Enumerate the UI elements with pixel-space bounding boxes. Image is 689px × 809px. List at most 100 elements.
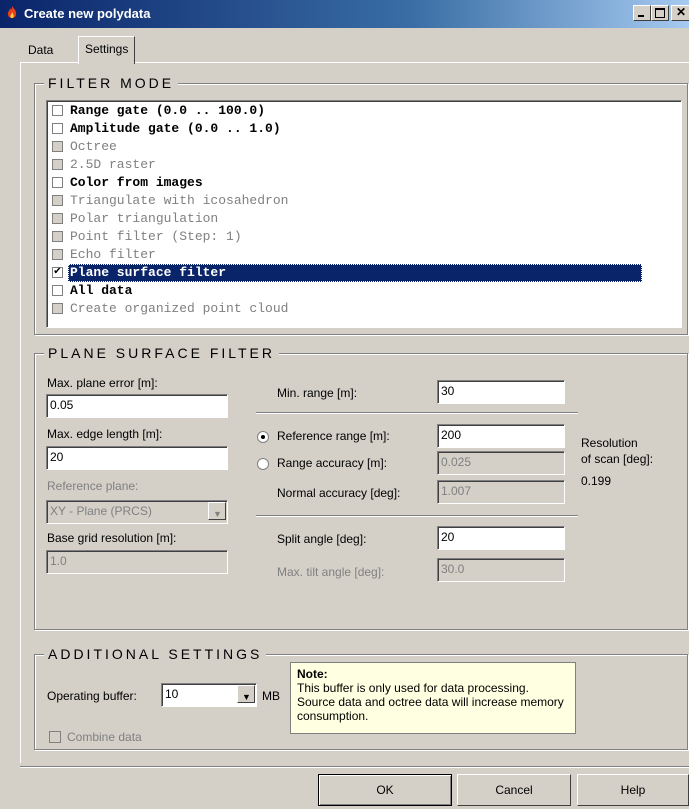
max-plane-error-input[interactable]: 0.05 <box>46 394 228 418</box>
combine-data-label: Combine data <box>67 730 142 744</box>
chevron-down-icon: ▼ <box>242 692 251 702</box>
additional-settings-title: ADDITIONAL SETTINGS <box>44 646 267 662</box>
item-label: Polar triangulation <box>70 211 219 226</box>
note-box: Note: This buffer is only used for data … <box>290 662 576 734</box>
filter-mode-list[interactable]: Range gate (0.0 .. 100.0) Amplitude gate… <box>46 100 682 328</box>
checkbox <box>52 195 63 206</box>
list-item[interactable]: Color from images <box>49 174 677 192</box>
max-edge-length-input[interactable]: 20 <box>46 446 228 470</box>
max-plane-error-label: Max. plane error [m]: <box>47 376 158 390</box>
checkbox[interactable] <box>52 285 63 296</box>
list-item: 2.5D raster <box>49 156 677 174</box>
tab-data-label: Data <box>28 43 54 57</box>
radio-dot-icon <box>261 435 265 439</box>
list-item[interactable]: Range gate (0.0 .. 100.0) <box>49 102 677 120</box>
tab-settings-label: Settings <box>85 42 129 56</box>
checkbox <box>52 303 63 314</box>
normal-accuracy-input: 1.007 <box>437 480 565 504</box>
cancel-button[interactable]: Cancel <box>457 774 571 806</box>
combine-data-checkbox <box>49 731 61 743</box>
title-bar[interactable]: Create new polydata ✕ <box>0 0 689 28</box>
minimize-button[interactable] <box>633 5 651 21</box>
checkbox[interactable] <box>52 105 63 116</box>
item-label: Color from images <box>70 175 203 190</box>
note-text: This buffer is only used for data proces… <box>297 681 564 723</box>
separator <box>20 766 689 768</box>
list-item: Octree <box>49 138 677 156</box>
split-angle-input[interactable]: 20 <box>437 526 565 550</box>
item-label: Point filter (Step: 1) <box>70 229 242 244</box>
item-label: Amplitude gate (0.0 .. 1.0) <box>70 121 281 136</box>
checkbox-checked[interactable]: ✔ <box>52 267 63 278</box>
filter-mode-title: FILTER MODE <box>44 75 179 91</box>
chevron-down-icon: ▼ <box>213 509 222 519</box>
operating-buffer-value: 10 <box>165 687 179 701</box>
item-label: Echo filter <box>70 247 156 262</box>
list-item[interactable]: ✔ Plane surface filter <box>49 264 677 282</box>
separator <box>256 515 578 517</box>
list-item[interactable]: All data <box>49 282 677 300</box>
dropdown-button: ▼ <box>208 502 226 520</box>
item-label: Plane surface filter <box>68 264 642 282</box>
resolution-label-2: of scan [deg]: <box>581 452 654 466</box>
operating-buffer-select[interactable]: 10 ▼ <box>161 683 257 707</box>
resolution-label: Resolution <box>581 436 638 450</box>
reference-plane-label: Reference plane: <box>47 479 139 493</box>
window-title: Create new polydata <box>24 6 151 21</box>
close-button[interactable]: ✕ <box>671 5 689 21</box>
range-accuracy-label: Range accuracy [m]: <box>277 456 388 470</box>
minimize-icon <box>638 15 644 17</box>
split-angle-label: Split angle [deg]: <box>277 532 367 546</box>
tab-data[interactable]: Data <box>22 39 59 63</box>
base-grid-input: 1.0 <box>46 550 228 574</box>
reference-range-input[interactable]: 200 <box>437 424 565 448</box>
help-button[interactable]: Help <box>577 774 689 806</box>
list-item: Point filter (Step: 1) <box>49 228 677 246</box>
item-label: 2.5D raster <box>70 157 156 172</box>
plane-surface-title: PLANE SURFACE FILTER <box>44 345 280 361</box>
dropdown-button[interactable]: ▼ <box>237 685 255 703</box>
buffer-unit: MB <box>262 689 280 703</box>
max-tilt-input: 30.0 <box>437 558 565 582</box>
tab-settings[interactable]: Settings <box>78 36 136 64</box>
item-label: Create organized point cloud <box>70 301 289 316</box>
list-item[interactable]: Amplitude gate (0.0 .. 1.0) <box>49 120 677 138</box>
min-range-label: Min. range [m]: <box>277 386 358 400</box>
checkbox <box>52 141 63 152</box>
item-label: All data <box>70 283 133 298</box>
max-tilt-label: Max. tilt angle [deg]: <box>277 565 385 579</box>
note-title: Note: <box>297 667 328 681</box>
dialog-window: Create new polydata ✕ Data Settings FILT… <box>0 0 689 809</box>
resolution-value: 0.199 <box>581 474 612 488</box>
maximize-button[interactable] <box>651 5 669 21</box>
min-range-input[interactable]: 30 <box>437 380 565 404</box>
checkbox[interactable] <box>52 123 63 134</box>
item-label: Range gate (0.0 .. 100.0) <box>70 103 266 118</box>
checkbox <box>52 159 63 170</box>
max-edge-length-label: Max. edge length [m]: <box>47 427 163 441</box>
fire-icon <box>7 6 17 19</box>
base-grid-label: Base grid resolution [m]: <box>47 531 177 545</box>
list-item: Polar triangulation <box>49 210 677 228</box>
reference-plane-select: XY - Plane (PRCS) ▼ <box>46 500 228 524</box>
list-item: Create organized point cloud <box>49 300 677 318</box>
checkbox <box>52 249 63 260</box>
reference-range-radio[interactable] <box>257 431 269 443</box>
range-accuracy-radio[interactable] <box>257 458 269 470</box>
separator <box>256 412 578 414</box>
checkmark-icon: ✔ <box>53 267 62 278</box>
normal-accuracy-label: Normal accuracy [deg]: <box>277 486 401 500</box>
item-label: Triangulate with icosahedron <box>70 193 289 208</box>
ok-button[interactable]: OK <box>318 774 452 806</box>
checkbox <box>52 231 63 242</box>
range-accuracy-input: 0.025 <box>437 451 565 475</box>
checkbox[interactable] <box>52 177 63 188</box>
list-item: Echo filter <box>49 246 677 264</box>
reference-plane-value: XY - Plane (PRCS) <box>50 504 152 518</box>
list-item: Triangulate with icosahedron <box>49 192 677 210</box>
checkbox <box>52 213 63 224</box>
close-icon: ✕ <box>676 5 687 19</box>
operating-buffer-label: Operating buffer: <box>47 689 137 703</box>
reference-range-label: Reference range [m]: <box>277 429 390 443</box>
maximize-icon <box>655 8 665 18</box>
